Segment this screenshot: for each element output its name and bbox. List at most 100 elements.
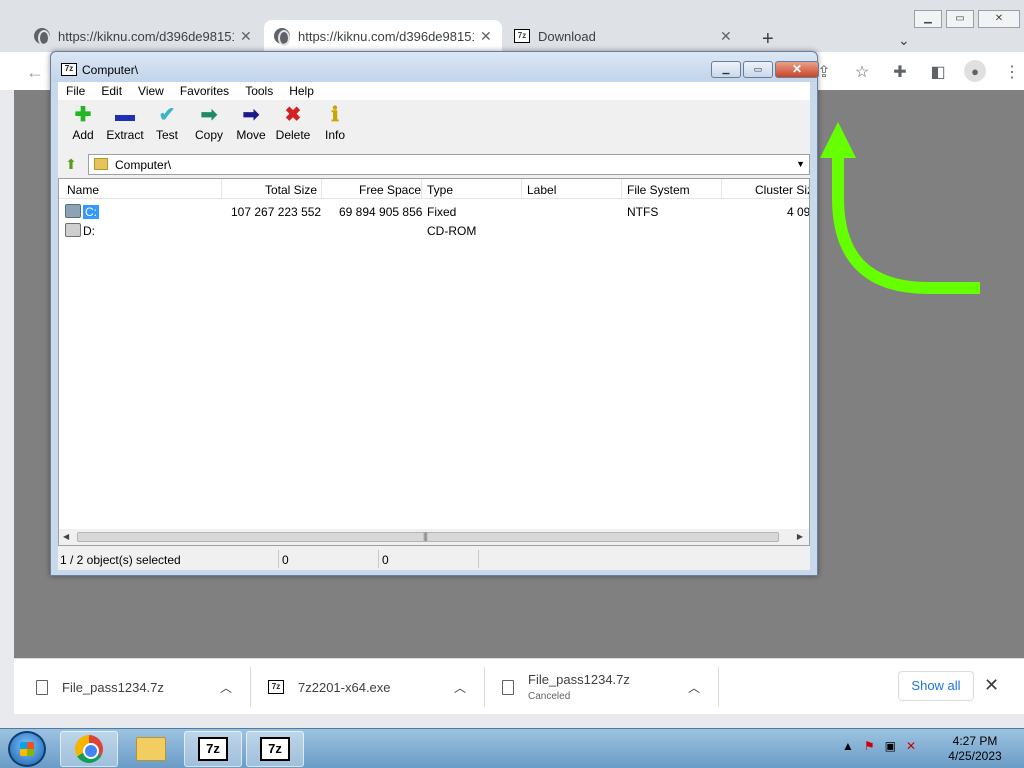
tab-kiknu-2[interactable]: https://kiknu.com/d396de98151f ✕ — [264, 20, 502, 52]
tab-strip: https://kiknu.com/d396de98151f ✕ https:/… — [14, 10, 1024, 52]
clock-date: 4/25/2023 — [948, 749, 1002, 763]
column-header-name[interactable]: Name — [67, 183, 99, 197]
chevron-up-icon[interactable]: ︿ — [220, 679, 232, 696]
tool-label: Info — [324, 128, 345, 142]
chevron-up-icon[interactable]: ︿ — [688, 679, 700, 696]
horizontal-scrollbar[interactable]: ◀ ||| ▶ — [59, 529, 809, 545]
status-packed: 0 — [382, 553, 389, 567]
status-divider — [378, 550, 379, 568]
maximize-button[interactable]: ▭ — [743, 61, 773, 78]
download-name: File_pass1234.7z — [528, 672, 630, 687]
file-icon — [36, 679, 48, 695]
download-item[interactable]: File_pass1234.7z ︿ — [36, 659, 246, 715]
tab-close-icon[interactable]: ✕ — [240, 28, 252, 45]
minimize-button[interactable]: ▁ — [914, 10, 942, 28]
tab-close-icon[interactable]: ✕ — [720, 28, 732, 45]
close-window-button[interactable]: ✕ — [978, 10, 1020, 28]
scroll-right-icon[interactable]: ▶ — [797, 532, 803, 541]
column-header-label[interactable]: Label — [527, 183, 556, 197]
menu-edit[interactable]: Edit — [93, 82, 130, 100]
window-controls: ▁ ▭ ✕ — [914, 10, 1020, 28]
new-tab-button[interactable]: + — [762, 28, 774, 51]
taskbar-explorer[interactable] — [122, 731, 180, 767]
table-row[interactable]: C: 107 267 223 552 69 894 905 856 Fixed … — [59, 202, 809, 221]
sevenzip-titlebar[interactable]: 7z Computer\ ▁ ▭ ✕ — [51, 52, 819, 82]
sevenzip-toolbar: ✚ Add ▬ Extract ✔ Test ➡ Copy ➡ Move ✖ D… — [58, 100, 810, 150]
network-icon[interactable]: ▣ — [885, 739, 896, 753]
tab-close-icon[interactable]: ✕ — [480, 28, 492, 45]
tool-label: Test — [155, 128, 178, 142]
tool-label: Move — [236, 128, 266, 142]
download-item[interactable]: 7z 7z2201-x64.exe ︿ — [268, 659, 478, 715]
column-divider — [321, 179, 322, 199]
download-item[interactable]: File_pass1234.7z Canceled ︿ — [502, 659, 712, 715]
add-button[interactable]: ✚ Add — [62, 100, 104, 150]
folder-icon — [136, 737, 166, 761]
tool-label: Copy — [194, 128, 223, 142]
total-size: 107 267 223 552 — [231, 205, 322, 219]
test-button[interactable]: ✔ Test — [146, 100, 188, 150]
column-header-free-space[interactable]: Free Space — [359, 183, 421, 197]
globe-icon — [274, 28, 290, 46]
menu-file[interactable]: File — [58, 82, 93, 100]
taskbar-7zip-2[interactable]: 7z — [246, 731, 304, 767]
up-folder-icon[interactable]: ⬆ — [62, 155, 80, 173]
path-combobox[interactable]: Computer\ ▼ — [88, 154, 810, 175]
close-button[interactable]: ✕ — [775, 61, 819, 78]
show-all-button[interactable]: Show all — [898, 671, 974, 701]
start-button[interactable] — [8, 731, 46, 767]
copy-button[interactable]: ➡ Copy — [188, 100, 230, 150]
column-header-file-system[interactable]: File System — [627, 183, 690, 197]
menu-tools[interactable]: Tools — [237, 82, 281, 100]
info-button[interactable]: ℹ Info — [314, 100, 356, 150]
menu-view[interactable]: View — [130, 82, 172, 100]
side-panel-icon[interactable]: ◧ — [926, 60, 950, 84]
restore-button[interactable]: ▭ — [946, 10, 974, 28]
volume-muted-icon[interactable]: ✕ — [906, 739, 916, 753]
sevenzip-window-controls: ▁ ▭ ✕ — [711, 61, 819, 78]
close-shelf-icon[interactable]: ✕ — [984, 675, 999, 696]
sevenzip-file-icon: 7z — [268, 680, 284, 694]
tab-title: https://kiknu.com/d396de98151f — [58, 28, 234, 44]
scroll-left-icon[interactable]: ◀ — [63, 532, 69, 541]
folder-icon — [94, 158, 108, 170]
profile-avatar-icon[interactable]: ● — [964, 60, 986, 82]
window-title: Computer\ — [82, 63, 139, 77]
menu-kebab-icon[interactable]: ⋮ — [1000, 60, 1024, 84]
tab-search-button[interactable]: ⌄ — [898, 32, 910, 49]
delete-button[interactable]: ✖ Delete — [272, 100, 314, 150]
status-bar: 1 / 2 object(s) selected 0 0 — [58, 548, 810, 570]
free-space: 69 894 905 856 — [339, 205, 423, 219]
bookmark-star-icon[interactable]: ☆ — [850, 60, 874, 84]
info-icon: ℹ — [331, 104, 339, 126]
tab-kiknu-1[interactable]: https://kiknu.com/d396de98151f ✕ — [24, 20, 262, 52]
taskbar-7zip-1[interactable]: 7z — [184, 731, 242, 767]
download-divider — [484, 667, 485, 707]
drive-name: D: — [83, 224, 95, 238]
chevron-up-icon[interactable]: ︿ — [454, 679, 466, 696]
menu-favorites[interactable]: Favorites — [172, 82, 237, 100]
column-header-total-size[interactable]: Total Size — [265, 183, 317, 197]
clock[interactable]: 4:27 PM 4/25/2023 — [940, 734, 1010, 764]
sevenzip-window: 7z Computer\ ▁ ▭ ✕ File Edit View Favori… — [50, 51, 819, 576]
table-row[interactable]: D: CD-ROM — [59, 221, 809, 240]
extensions-puzzle-icon[interactable]: ✚ — [888, 60, 912, 84]
column-header-cluster-size[interactable]: Cluster Siz — [755, 183, 809, 197]
minimize-button[interactable]: ▁ — [711, 61, 741, 78]
download-text: File_pass1234.7z Canceled — [528, 672, 630, 702]
file-icon — [502, 679, 514, 695]
taskbar-chrome[interactable] — [60, 731, 118, 767]
tab-download[interactable]: 7z Download ✕ — [504, 20, 742, 52]
back-button[interactable]: ← — [26, 62, 44, 83]
menu-help[interactable]: Help — [281, 82, 322, 100]
show-hidden-icons-icon[interactable]: ▲ — [842, 739, 854, 753]
move-button[interactable]: ➡ Move — [230, 100, 272, 150]
extract-button[interactable]: ▬ Extract — [104, 100, 146, 150]
column-divider — [621, 179, 622, 199]
dropdown-arrow-icon[interactable]: ▼ — [796, 159, 805, 169]
scrollbar-thumb[interactable] — [77, 532, 779, 542]
action-center-flag-icon[interactable]: ⚑ — [864, 739, 875, 753]
column-header-type[interactable]: Type — [427, 183, 453, 197]
tool-label: Extract — [106, 128, 144, 142]
system-tray: ▲ ⚑ ▣ ✕ — [842, 739, 916, 753]
